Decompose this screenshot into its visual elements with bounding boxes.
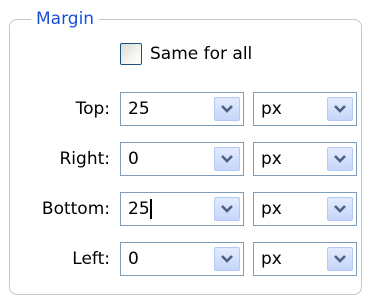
left-unit: px <box>261 249 282 269</box>
left-unit-dropdown-button[interactable] <box>327 247 353 271</box>
same-for-all-label: Same for all <box>150 44 253 64</box>
top-unit-combo[interactable]: px <box>253 92 357 126</box>
top-unit-dropdown-button[interactable] <box>327 97 353 121</box>
bottom-unit-combo[interactable]: px <box>253 192 357 226</box>
right-value-combo[interactable]: 0 <box>120 142 244 176</box>
right-unit-combo[interactable]: px <box>253 142 357 176</box>
bottom-value: 25 <box>128 193 152 225</box>
left-label: Left: <box>72 249 110 269</box>
top-value-combo[interactable]: 25 <box>120 92 244 126</box>
chevron-down-icon <box>221 105 233 113</box>
bottom-value-combo[interactable]: 25 <box>120 192 244 226</box>
same-for-all-row: Same for all <box>120 43 252 65</box>
right-value: 0 <box>128 149 139 169</box>
chevron-down-icon <box>221 155 233 163</box>
top-unit: px <box>261 99 282 119</box>
chevron-down-icon <box>221 205 233 213</box>
left-value-dropdown-button[interactable] <box>214 247 240 271</box>
top-value-dropdown-button[interactable] <box>214 97 240 121</box>
bottom-unit: px <box>261 199 282 219</box>
right-value-dropdown-button[interactable] <box>214 147 240 171</box>
chevron-down-icon <box>334 105 346 113</box>
right-unit: px <box>261 149 282 169</box>
chevron-down-icon <box>221 255 233 263</box>
text-caret <box>149 199 152 219</box>
bottom-unit-dropdown-button[interactable] <box>327 197 353 221</box>
right-unit-dropdown-button[interactable] <box>327 147 353 171</box>
left-value: 0 <box>128 249 139 269</box>
margin-legend: Margin <box>31 9 100 30</box>
chevron-down-icon <box>334 155 346 163</box>
top-label: Top: <box>75 99 110 119</box>
chevron-down-icon <box>334 255 346 263</box>
right-label: Right: <box>59 149 111 169</box>
bottom-value-dropdown-button[interactable] <box>214 197 240 221</box>
bottom-label: Bottom: <box>41 199 110 219</box>
top-value: 25 <box>128 99 150 119</box>
left-unit-combo[interactable]: px <box>253 242 357 276</box>
same-for-all-checkbox[interactable] <box>120 43 142 65</box>
bottom-value-text: 25 <box>128 199 150 219</box>
left-value-combo[interactable]: 0 <box>120 242 244 276</box>
chevron-down-icon <box>334 205 346 213</box>
